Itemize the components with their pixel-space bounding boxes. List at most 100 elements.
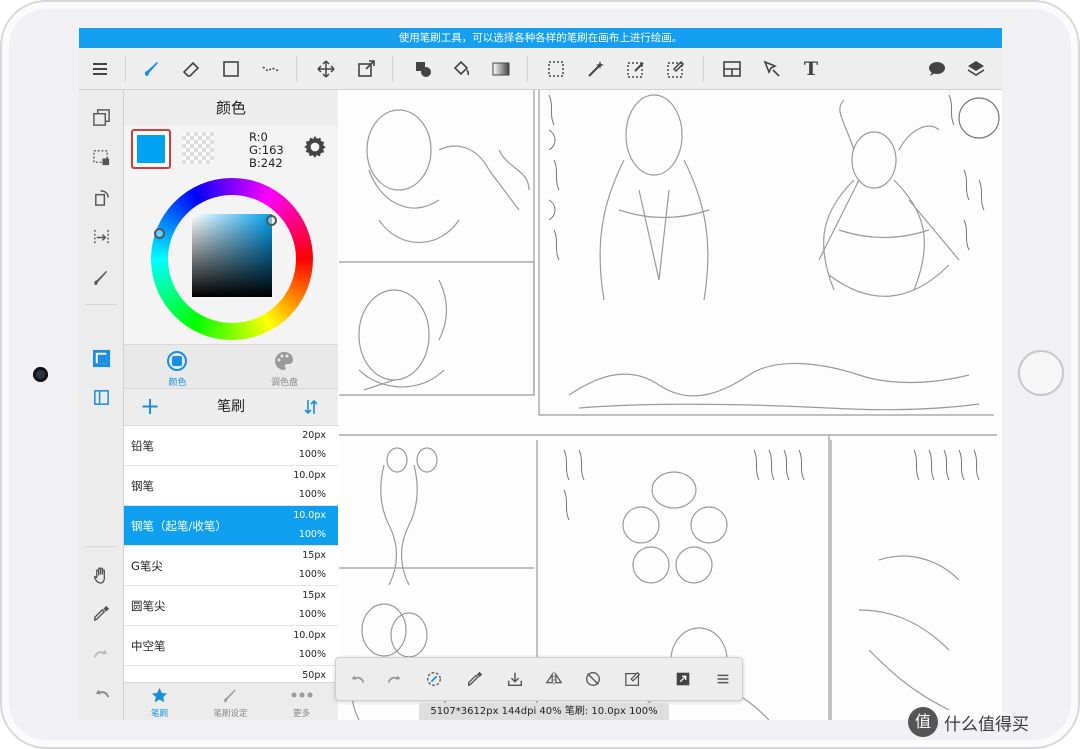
- transparent-color-swatch[interactable]: [182, 132, 214, 164]
- watermark-logo: 值: [908, 707, 938, 737]
- home-button[interactable]: [1018, 350, 1064, 396]
- status-bar: 5107*3612px 144dpi 40% 笔刷: 10.0px 100%: [419, 703, 669, 720]
- panel-icon[interactable]: [716, 48, 748, 89]
- stabilizer-icon[interactable]: [421, 666, 447, 692]
- save-icon[interactable]: [502, 666, 528, 692]
- brush-opacity: 100%: [298, 449, 326, 460]
- erase-selection-icon[interactable]: [620, 666, 646, 692]
- hue-knob[interactable]: [154, 228, 165, 239]
- speech-bubble-icon[interactable]: [921, 48, 953, 89]
- hint-bar: 使用笔刷工具，可以选择各种各样的笔刷在画布上进行绘画。: [79, 28, 1002, 48]
- color-tabs: 颜色 调色盘: [124, 344, 338, 389]
- eyedropper-icon[interactable]: [86, 598, 116, 628]
- color-panel-title: 颜色: [124, 90, 338, 126]
- undo-arrow-icon[interactable]: [344, 666, 370, 692]
- brush-panel-header: + 笔刷: [124, 388, 338, 426]
- more-icon: [291, 692, 313, 698]
- manga-sketch: [339, 90, 1000, 720]
- magic-wand-icon[interactable]: [580, 48, 612, 89]
- front-camera: [33, 367, 48, 382]
- brush-item-partial[interactable]: 50px: [124, 666, 338, 682]
- brush-name: 圆笔尖: [131, 599, 166, 613]
- dot-icon[interactable]: [255, 48, 287, 89]
- star-icon: [151, 687, 168, 703]
- watermark: 值 什么值得买: [908, 706, 1029, 738]
- select-pen-icon[interactable]: [620, 48, 652, 89]
- tab-palette-label: 调色盘: [270, 378, 298, 388]
- copy-icon[interactable]: [86, 102, 116, 132]
- saturation-value-square[interactable]: [192, 214, 272, 297]
- move-icon[interactable]: [310, 48, 342, 89]
- brush-size: 10.0px: [293, 630, 326, 641]
- brush-name: G笔尖: [131, 559, 163, 573]
- brush-item-pencil[interactable]: 铅笔 20px 100%: [124, 426, 338, 466]
- panel-toggle-icon[interactable]: [86, 382, 116, 412]
- flip-horizontal-icon[interactable]: [541, 666, 567, 692]
- brush-name: 铅笔: [131, 439, 154, 453]
- brush-name: 中空笔: [131, 639, 166, 653]
- quick-menu-icon[interactable]: [710, 666, 736, 692]
- brush-size: 20px: [302, 430, 326, 441]
- redo-icon[interactable]: [86, 638, 116, 668]
- brush-item-pen-taper[interactable]: 钢笔（起笔/收笔） 10.0px 100%: [124, 506, 338, 546]
- tablet-frame: 使用笔刷工具，可以选择各种各样的笔刷在画布上进行绘画。 T 颜色 R:0 G:1…: [0, 0, 1080, 749]
- dropper-quick-icon[interactable]: [462, 666, 488, 692]
- gear-icon[interactable]: [302, 134, 328, 160]
- menu-icon[interactable]: [84, 48, 116, 89]
- brush-size: 50px: [302, 670, 326, 681]
- brush-size: 15px: [302, 590, 326, 601]
- primary-color-swatch[interactable]: [131, 129, 171, 169]
- sort-icon[interactable]: [302, 398, 320, 416]
- rgb-b: B:242: [249, 156, 283, 170]
- rotate-reset-icon[interactable]: [580, 666, 606, 692]
- tab-more[interactable]: 更多: [266, 683, 337, 720]
- select-move-icon[interactable]: [756, 48, 788, 89]
- brush-item-g-pen[interactable]: G笔尖 15px 100%: [124, 546, 338, 586]
- brush-item-hollow-pen[interactable]: 中空笔 10.0px 100%: [124, 626, 338, 666]
- flip-icon[interactable]: [86, 222, 116, 252]
- tab-palette[interactable]: 调色盘: [231, 345, 338, 389]
- brush-item-pen[interactable]: 钢笔 10.0px 100%: [124, 466, 338, 506]
- fullscreen-icon[interactable]: [670, 666, 696, 692]
- color-tab-icon: [167, 351, 187, 371]
- brush-settings-icon: [224, 689, 236, 703]
- brush-size: 15px: [302, 550, 326, 561]
- brush-opacity: 100%: [298, 529, 326, 540]
- quick-toolbar: [335, 657, 743, 701]
- rotate-icon[interactable]: [86, 182, 116, 212]
- brush-icon[interactable]: [136, 48, 168, 89]
- left-toolbar: [79, 90, 124, 720]
- redo-arrow-icon[interactable]: [382, 666, 408, 692]
- tab-brush[interactable]: 笔刷: [124, 683, 195, 720]
- hand-icon[interactable]: [86, 560, 116, 590]
- tab-brush-settings[interactable]: 笔刷设定: [195, 683, 266, 720]
- rectangle-icon[interactable]: [215, 48, 247, 89]
- fill-shape-icon[interactable]: [407, 48, 439, 89]
- brush-size: 10.0px: [293, 510, 326, 521]
- select-eraser-icon[interactable]: [660, 48, 692, 89]
- transform-icon[interactable]: [350, 48, 382, 89]
- drawing-canvas[interactable]: [339, 90, 1002, 720]
- color-wheel[interactable]: [151, 178, 313, 340]
- bucket-icon[interactable]: [445, 48, 477, 89]
- sv-knob[interactable]: [266, 215, 277, 226]
- brush-opacity: 100%: [298, 489, 326, 500]
- brush-item-round-pen[interactable]: 圆笔尖 15px 100%: [124, 586, 338, 626]
- gradient-icon[interactable]: [485, 48, 517, 89]
- app-screen: 使用笔刷工具，可以选择各种各样的笔刷在画布上进行绘画。 T 颜色 R:0 G:1…: [79, 28, 1002, 720]
- select-area-icon[interactable]: [86, 142, 116, 172]
- eraser-icon[interactable]: [175, 48, 207, 89]
- tab-more-label: 更多: [292, 709, 310, 719]
- palette-icon: [275, 352, 293, 370]
- color-panel-icon[interactable]: [86, 343, 116, 373]
- brush-list: 铅笔 20px 100% 钢笔 10.0px 100% 钢笔（起笔/收笔） 10…: [124, 426, 338, 682]
- tab-brush-label: 笔刷: [150, 709, 168, 719]
- rgb-g: G:163: [249, 143, 284, 157]
- select-rect-icon[interactable]: [540, 48, 572, 89]
- brush-small-icon[interactable]: [86, 262, 116, 292]
- brush-opacity: 100%: [298, 609, 326, 620]
- undo-icon[interactable]: [86, 678, 116, 708]
- layers-icon[interactable]: [960, 48, 992, 89]
- tab-color[interactable]: 颜色: [124, 345, 231, 389]
- text-icon[interactable]: T: [795, 48, 827, 89]
